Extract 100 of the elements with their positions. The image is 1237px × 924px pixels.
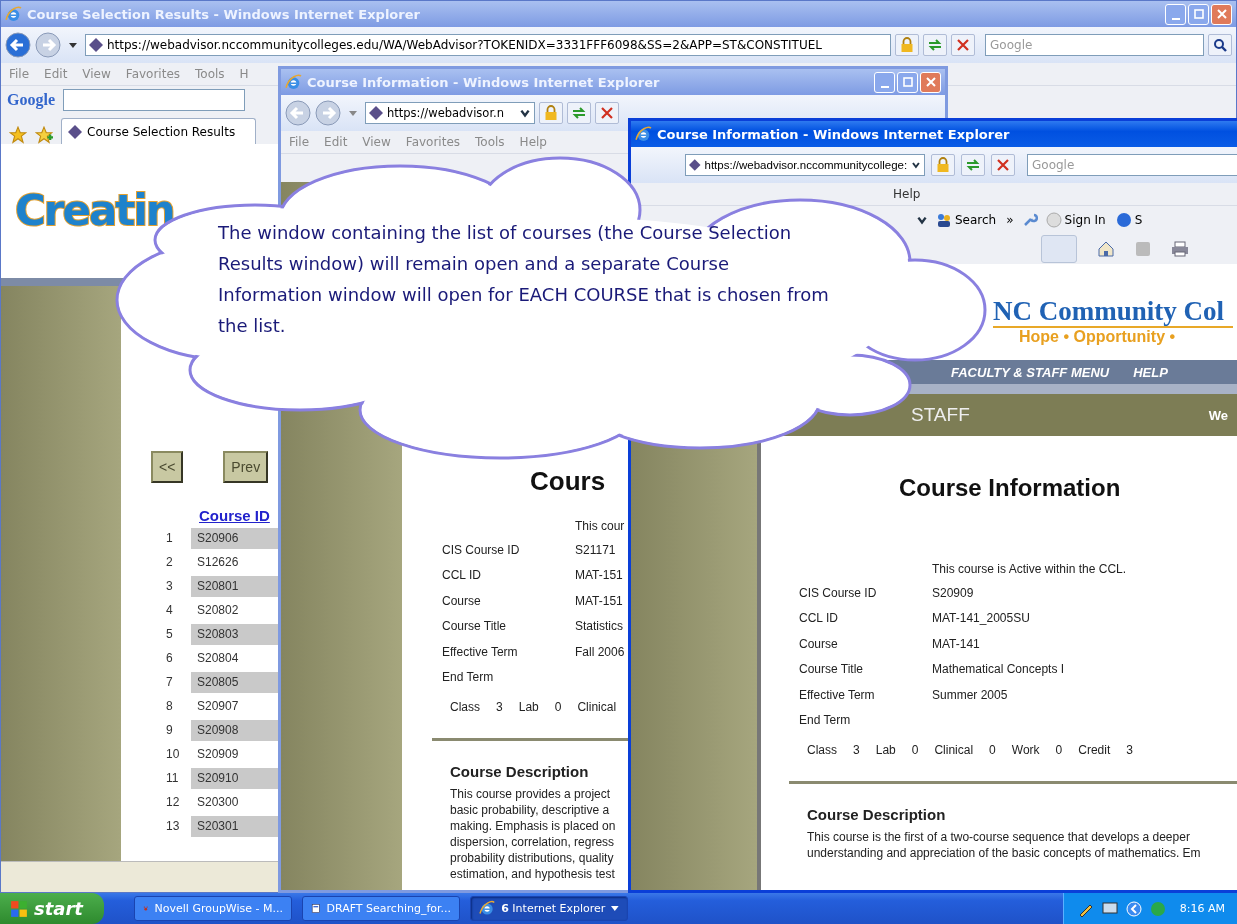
- toolbar-button[interactable]: S: [1113, 212, 1145, 228]
- taskbar-button[interactable]: 6 Internet Explorer: [470, 896, 628, 921]
- forward-button[interactable]: [315, 100, 341, 126]
- search-button[interactable]: [1208, 34, 1232, 56]
- greeting-text: We: [1208, 407, 1228, 423]
- search-button[interactable]: Search: [934, 212, 999, 228]
- course-id-cell[interactable]: S12626: [191, 552, 281, 573]
- start-button[interactable]: start: [0, 893, 104, 924]
- window-title: Course Information - Windows Internet Explorer: [307, 74, 660, 90]
- row-number: 6: [165, 650, 174, 667]
- hours-value: 0: [1055, 743, 1063, 757]
- course-id-cell[interactable]: S20301: [191, 816, 281, 837]
- field-label: CCL ID: [799, 611, 839, 626]
- maximize-button[interactable]: [1188, 3, 1209, 25]
- pager-button[interactable]: <<: [151, 451, 184, 483]
- hours-label: Lab: [875, 743, 896, 757]
- minimize-button[interactable]: [1165, 3, 1186, 25]
- taskbar-label: DRAFT Searching_for...: [326, 902, 451, 915]
- caret-icon: [349, 110, 357, 116]
- nav-link[interactable]: FACULTY & STAFF MENU: [951, 364, 1110, 380]
- description-text: understanding and appreciation of the basic concepts of mathematics. Em: [807, 845, 1201, 861]
- stop-button[interactable]: [595, 102, 619, 124]
- close-button[interactable]: [920, 71, 941, 93]
- browser-tab[interactable]: Course Selection Results: [61, 118, 257, 144]
- more-button[interactable]: »: [1004, 213, 1016, 227]
- row-number: 11: [165, 770, 180, 787]
- course-id-cell[interactable]: S20908: [191, 720, 281, 741]
- field-value: MAT-141_2005SU: [932, 611, 1031, 626]
- row-number: 8: [165, 698, 174, 715]
- course-id-cell[interactable]: S20802: [191, 600, 281, 621]
- site-icon: [369, 106, 383, 120]
- url-text: https://webadvisor.n: [387, 106, 504, 120]
- field-label: Course Title: [799, 662, 865, 677]
- minimize-icon: [1171, 17, 1180, 20]
- course-id-cell[interactable]: S20906: [191, 528, 281, 549]
- minimize-button[interactable]: [874, 71, 895, 93]
- window-title: Course Information - Windows Internet Explorer: [657, 126, 1010, 142]
- browser-logo-icon: [479, 900, 496, 917]
- course-id-cell[interactable]: S20909: [191, 744, 281, 765]
- course-id-cell[interactable]: S20803: [191, 624, 281, 645]
- maximize-icon: [902, 77, 913, 87]
- course-id-cell[interactable]: S20805: [191, 672, 281, 693]
- course-id-cell[interactable]: S20801: [191, 576, 281, 597]
- address-field[interactable]: https://webadvisor.nccommunitycolleges.edu/WA/WebAdvisor?TOKENIDX=3331FFF6098&SS=2&APP=ST&CONSTITUEL: [84, 34, 892, 56]
- printer-icon[interactable]: [1171, 241, 1189, 257]
- field-label: Effective Term: [442, 644, 519, 659]
- field-value: Fall 2006: [575, 644, 626, 659]
- field-value: Summer 2005: [932, 687, 1009, 702]
- pager-button[interactable]: Prev: [223, 451, 269, 483]
- description-text: estimation, and hypothesis test: [450, 866, 615, 882]
- lock-button[interactable]: [539, 102, 563, 124]
- caret-icon: [611, 906, 619, 911]
- field-label: CIS Course ID: [799, 585, 878, 600]
- stop-button[interactable]: [991, 154, 1015, 176]
- description-text: basic probability, descriptive a: [450, 802, 610, 818]
- course-id-cell[interactable]: S20300: [191, 792, 281, 813]
- hours-label: Credit: [1078, 743, 1111, 757]
- lock-button[interactable]: [931, 154, 955, 176]
- close-button[interactable]: [1211, 3, 1232, 25]
- course-id-cell[interactable]: S20907: [191, 696, 281, 717]
- site-logo: Creatin: [15, 186, 174, 235]
- circle-icon: [1045, 212, 1062, 228]
- refresh-button[interactable]: [923, 34, 948, 56]
- home-icon[interactable]: [1097, 240, 1115, 258]
- dropdown-icon[interactable]: [916, 214, 928, 226]
- taskbar-button[interactable]: Novell GroupWise - M...: [134, 896, 292, 921]
- dropdown-icon: [519, 107, 531, 119]
- document-icon: [311, 901, 321, 916]
- address-field[interactable]: https://webadvisor.n: [365, 102, 535, 124]
- maximize-button[interactable]: [897, 71, 918, 93]
- lock-button[interactable]: [895, 34, 920, 56]
- address-field[interactable]: https://webadvisor.nccommunitycollege:: [685, 154, 925, 176]
- description-text: This course is the first of a two-course sequence that develops a deeper: [807, 829, 1190, 845]
- taskbar-button[interactable]: DRAFT Searching_for...: [302, 896, 460, 921]
- sign-in-button[interactable]: Sign In: [1043, 212, 1108, 228]
- row-number: 4: [165, 602, 174, 619]
- back-button[interactable]: [5, 32, 31, 58]
- menu-item[interactable]: Help: [893, 187, 921, 201]
- windows-flag-icon: [10, 899, 28, 918]
- star-icon[interactable]: [9, 126, 27, 144]
- back-button[interactable]: [285, 100, 311, 126]
- hours-value: 0: [911, 743, 919, 757]
- add-star-icon[interactable]: [35, 126, 53, 144]
- description-text: dispersion, correlation, regress: [450, 834, 615, 850]
- site-tagline: Hope • Opportunity •: [1018, 328, 1177, 346]
- monitor-icon[interactable]: [1101, 900, 1118, 917]
- refresh-button[interactable]: [961, 154, 985, 176]
- hours-value: 0: [989, 743, 996, 757]
- column-header-link[interactable]: Course ID: [199, 507, 270, 524]
- refresh-button[interactable]: [567, 102, 591, 124]
- course-id-cell[interactable]: S20804: [191, 648, 281, 669]
- stop-button[interactable]: [951, 34, 976, 56]
- course-id-cell[interactable]: S20910: [191, 768, 281, 789]
- back-circle-icon[interactable]: [1125, 900, 1142, 917]
- nav-link[interactable]: HELP: [1133, 364, 1168, 380]
- hours-label: Class: [450, 700, 480, 714]
- toolbar-search-field[interactable]: [63, 89, 245, 111]
- close-icon: [925, 77, 936, 87]
- forward-button[interactable]: [35, 32, 61, 58]
- hours-label: Clinical: [934, 743, 974, 757]
